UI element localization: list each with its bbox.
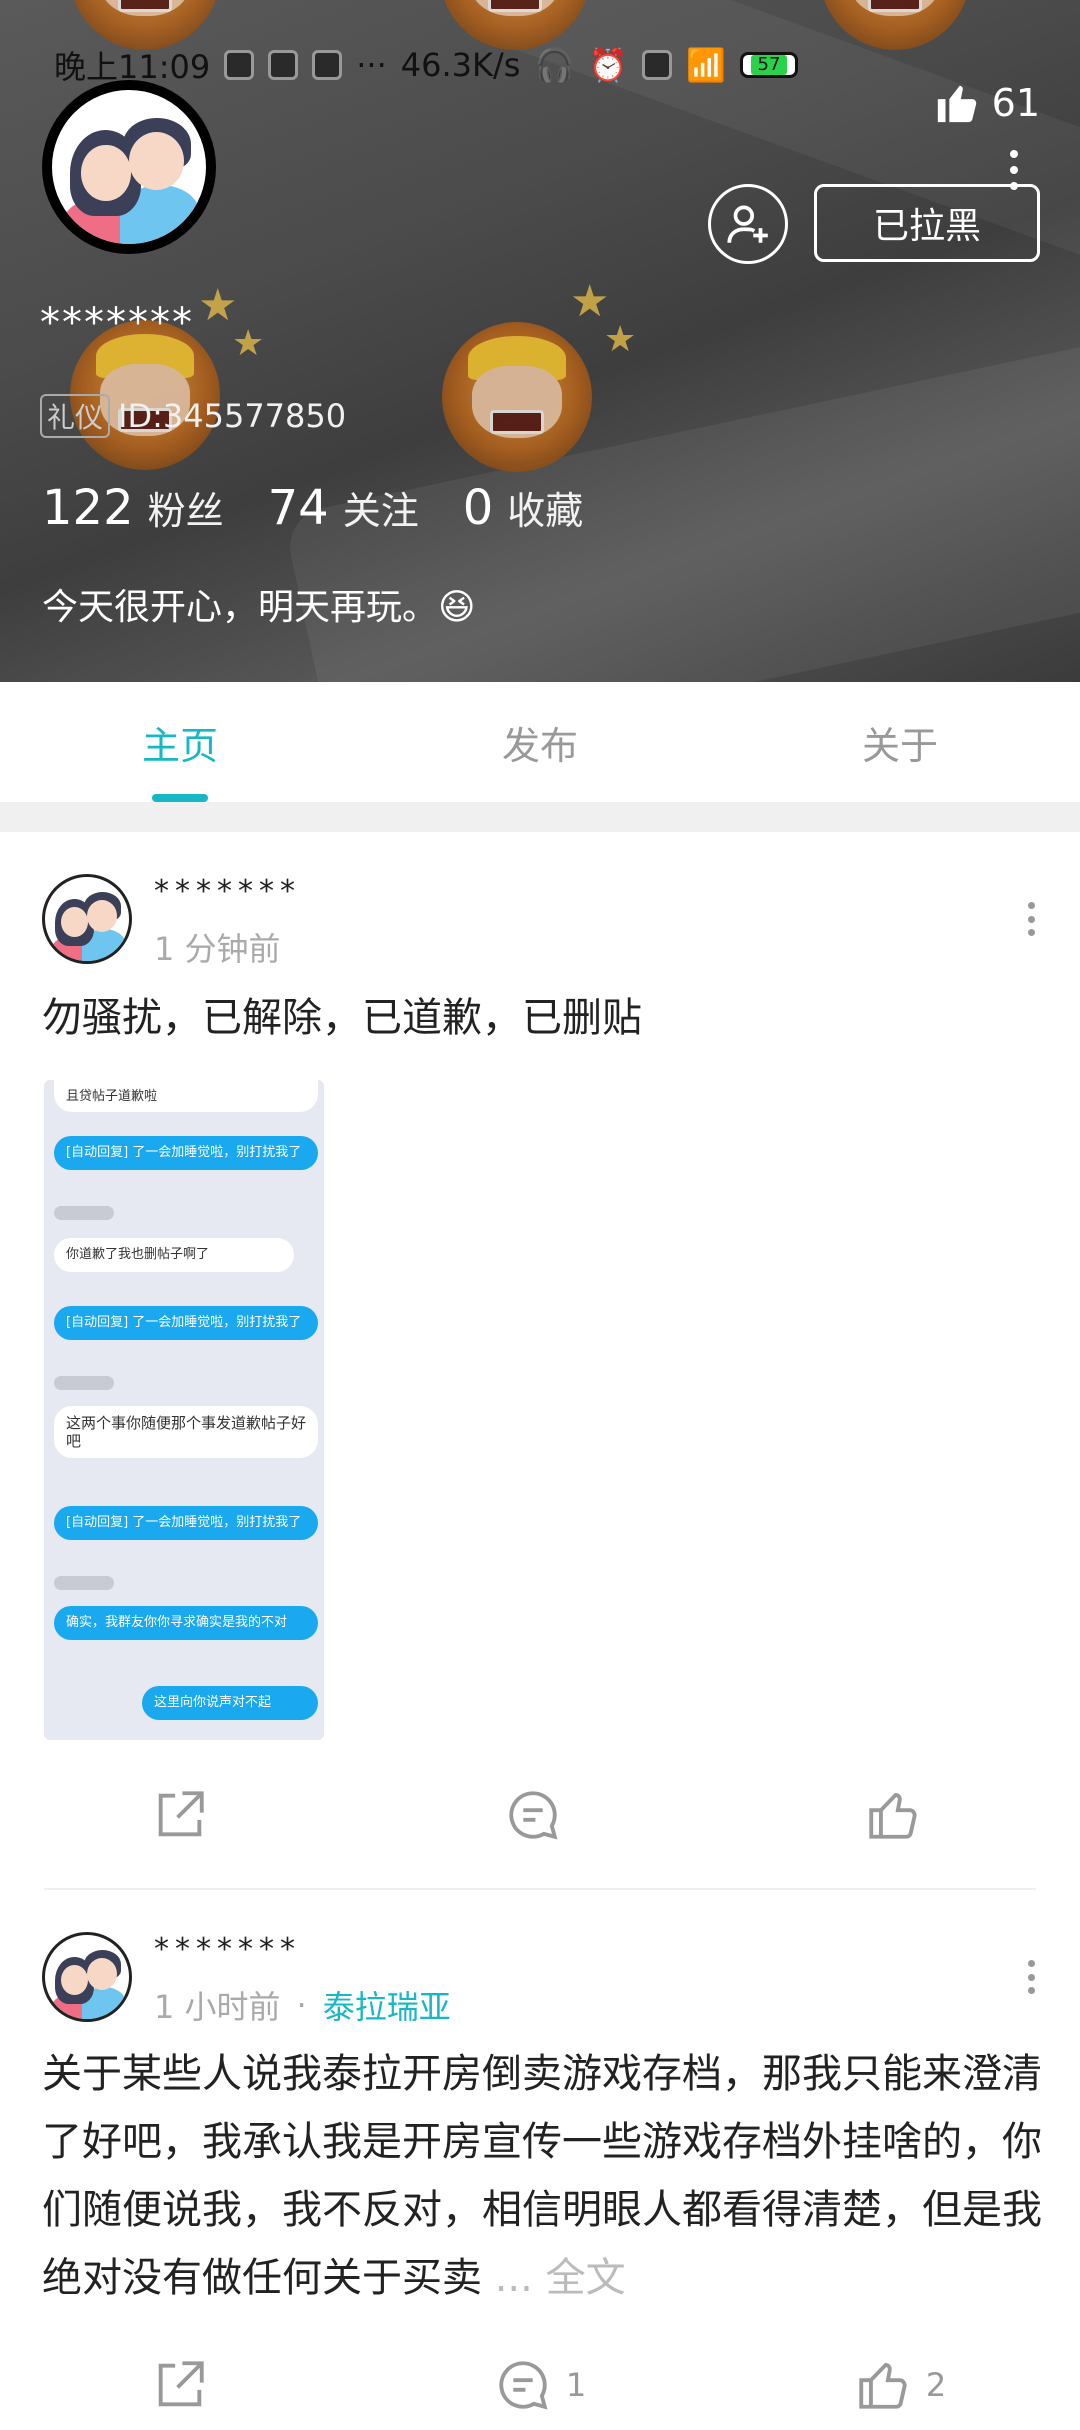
comment-icon <box>509 1791 558 1840</box>
post-game-tag[interactable]: 泰拉瑞亚 <box>323 1982 451 2028</box>
chat-pill <box>54 1206 114 1220</box>
chat-pill <box>54 1376 114 1390</box>
post-text-block[interactable]: 关于某些人说我泰拉开房倒卖游戏存档，那我只能来澄清了好吧，我承认我是开房宣传一些… <box>42 2040 1048 2312</box>
comment-icon <box>499 2361 548 2410</box>
add-user-icon <box>727 205 768 243</box>
post-text[interactable]: 勿骚扰，已解除，已道歉，已删贴 <box>42 984 1048 1052</box>
id-tag-badge: 礼仪 <box>40 394 111 438</box>
thumbs-up-icon <box>937 85 976 123</box>
post-author-name[interactable]: ******* <box>154 1932 301 1967</box>
chat-bubble: 且贷帖子道歉啦 <box>54 1080 318 1112</box>
app-notification-icon <box>268 50 299 80</box>
post-author-name[interactable]: ******* <box>154 874 301 909</box>
like-button[interactable]: 2 <box>720 2340 1080 2430</box>
post-actions: 1 2 <box>0 2340 1080 2430</box>
profile-id-line: 礼仪 ID:345577850 <box>40 394 346 438</box>
favorites-label[interactable]: 收藏 <box>507 480 583 535</box>
comment-button[interactable] <box>360 1770 720 1860</box>
post-author-avatar[interactable] <box>42 1932 132 2022</box>
post-time: 1 小时前 <box>154 1988 281 2026</box>
chat-bubble: 这两个事你随便那个事发道歉帖子好吧 <box>54 1406 318 1458</box>
read-more-link[interactable]: ... 全文 <box>495 2255 626 2301</box>
profile-tabs: 主页 发布 关于 <box>0 682 1080 802</box>
star-icon: ★ <box>604 319 637 360</box>
tab-posts[interactable]: 发布 <box>360 682 720 802</box>
share-icon <box>158 2361 204 2407</box>
section-divider <box>0 802 1080 832</box>
profile-stats: 122 粉丝 74 关注 0 收藏 <box>42 480 627 536</box>
likes-count: 61 <box>991 81 1040 125</box>
chat-bubble: 这里向你说声对不起 <box>142 1686 318 1720</box>
share-icon <box>158 1791 204 1837</box>
status-more-dots: ··· <box>356 46 387 84</box>
profile-nickname: ******* <box>40 300 194 346</box>
fans-label[interactable]: 粉丝 <box>148 480 224 535</box>
couple-avatar-image <box>45 1935 129 2019</box>
follow-label[interactable]: 关注 <box>343 480 419 535</box>
headphones-icon: 🎧 <box>534 46 575 84</box>
profile-bio: 今天很开心，明天再玩。😆 <box>42 587 476 628</box>
alarm-icon: ⏰ <box>588 46 629 84</box>
fans-count[interactable]: 122 <box>42 480 134 536</box>
hd-icon <box>642 50 673 80</box>
star-icon: ★ <box>198 280 238 331</box>
favorites-count[interactable]: 0 <box>463 480 494 536</box>
post-time: 1 分钟前 <box>154 930 281 968</box>
like-icon <box>869 1793 917 1839</box>
like-icon <box>859 2363 907 2409</box>
game-emblem-image <box>442 322 592 472</box>
add-friend-button[interactable] <box>708 184 788 264</box>
comment-count: 1 <box>565 2366 587 2404</box>
chat-bubble: [自动回复] 了一会加睡觉啦，别打扰我了 <box>54 1506 318 1540</box>
user-id: ID:345577850 <box>118 397 347 435</box>
post-actions <box>0 1770 1080 1860</box>
post-meta: 1 分钟前 <box>154 924 281 970</box>
app-notification-icon <box>224 50 255 80</box>
comment-button[interactable]: 1 <box>360 2340 720 2430</box>
profile-avatar[interactable] <box>42 80 216 254</box>
meta-separator: · <box>296 1986 307 2024</box>
like-count: 2 <box>925 2366 947 2404</box>
battery-icon: 57 <box>739 52 798 78</box>
app-notification-icon <box>312 50 343 80</box>
couple-avatar-image <box>52 90 206 244</box>
network-speed: 46.3K/s <box>400 46 521 84</box>
tab-home[interactable]: 主页 <box>0 682 360 802</box>
feed-post[interactable]: ******* 1 小时前 · 泰拉瑞亚 关于某些人说我泰拉开房倒卖游戏存档，那… <box>0 1890 1080 2400</box>
profile-header: ★ ★ ★ ★ 晚上11:09 ··· 46.3K/s 🎧 ⏰ 📶 57 61 <box>0 0 1080 682</box>
share-button[interactable] <box>0 1770 360 1860</box>
post-meta: 1 小时前 · 泰拉瑞亚 <box>154 1982 451 2028</box>
post-author-avatar[interactable] <box>42 874 132 964</box>
chat-bubble: [自动回复] 了一会加睡觉啦，别打扰我了 <box>54 1136 318 1170</box>
like-button[interactable] <box>720 1770 1080 1860</box>
chat-pill <box>54 1576 114 1590</box>
post-more-icon[interactable] <box>1028 1960 1036 1994</box>
chat-bubble: [自动回复] 了一会加睡觉啦，别打扰我了 <box>54 1306 318 1340</box>
couple-avatar-image <box>45 877 129 961</box>
post-image-chat-screenshot[interactable]: 且贷帖子道歉啦 [自动回复] 了一会加睡觉啦，别打扰我了 你道歉了我也删帖子啊了… <box>44 1080 324 1740</box>
post-more-icon[interactable] <box>1028 902 1036 936</box>
blocked-button[interactable]: 已拉黑 <box>814 184 1040 262</box>
tab-about[interactable]: 关于 <box>720 682 1080 802</box>
status-bar: 晚上11:09 ··· 46.3K/s 🎧 ⏰ 📶 57 <box>54 40 1020 90</box>
star-icon: ★ <box>232 323 265 364</box>
share-button[interactable] <box>0 2340 360 2430</box>
follow-count[interactable]: 74 <box>268 480 329 536</box>
chat-bubble: 确实，我群友你你寻求确实是我的不对 <box>54 1606 318 1640</box>
signal-icon: 📶 <box>686 46 726 84</box>
chat-bubble: 你道歉了我也删帖子啊了 <box>54 1238 294 1272</box>
profile-likes[interactable]: 61 <box>934 80 1040 126</box>
star-icon: ★ <box>570 276 610 327</box>
